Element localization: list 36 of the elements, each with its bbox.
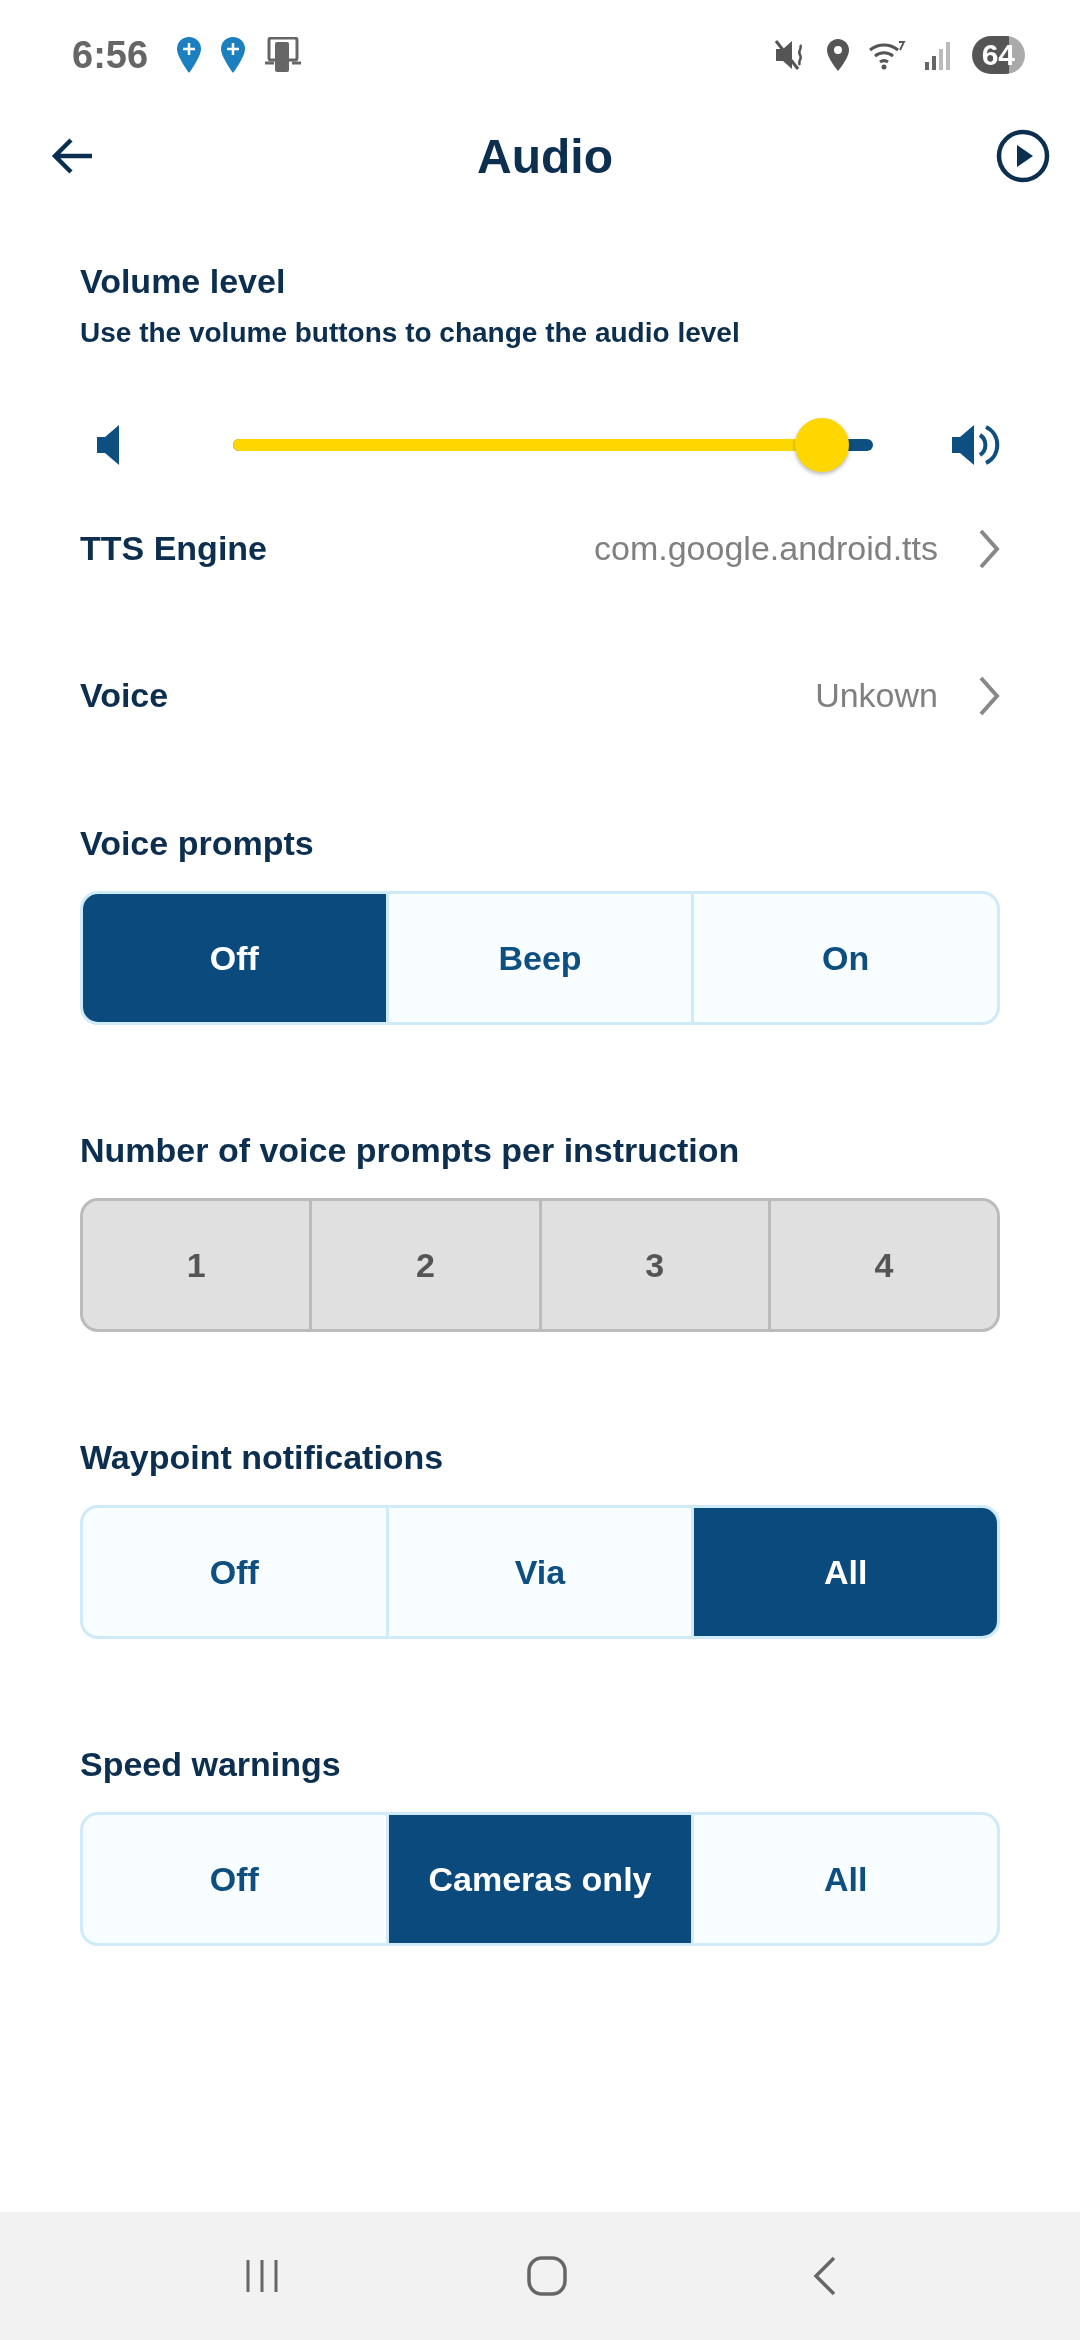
back-button[interactable] <box>50 136 94 176</box>
setting-row[interactable]: TTS Engine com.google.android.tts <box>80 475 1000 622</box>
chevron-right-icon <box>978 674 1000 717</box>
segment-option[interactable]: Cameras only <box>385 1815 692 1943</box>
page-title: Audio <box>477 128 613 184</box>
volume-low-icon <box>95 423 121 467</box>
setting-value: Unkown <box>815 676 938 715</box>
battery-indicator: 64 <box>971 36 1025 74</box>
play-button[interactable] <box>996 129 1050 183</box>
chevron-right-icon <box>978 527 1000 570</box>
location-icon <box>825 38 850 72</box>
segment-option[interactable]: All <box>691 1508 997 1636</box>
slider-thumb[interactable] <box>794 418 849 472</box>
section-title: Speed warnings <box>80 1745 342 1784</box>
segment-option[interactable]: Off <box>83 894 386 1022</box>
home-icon[interactable] <box>526 2255 568 2297</box>
section-title: Volume level <box>80 262 287 301</box>
wifi-icon <box>867 40 906 70</box>
setting-row[interactable]: Voice Unkown <box>80 622 1000 769</box>
segment-option[interactable]: Off <box>83 1815 386 1943</box>
setting-label: TTS Engine <box>80 529 268 568</box>
segment-option[interactable]: Off <box>83 1508 386 1636</box>
section-title: Waypoint notifications <box>80 1438 445 1477</box>
segment-option[interactable]: On <box>691 894 997 1022</box>
section-title: Voice prompts <box>80 824 315 863</box>
segment-option[interactable]: Beep <box>385 894 692 1022</box>
section-title: Number of voice prompts per instruction <box>80 1131 741 1170</box>
back-nav-icon[interactable] <box>812 2255 838 2297</box>
setting-label: Voice <box>80 676 170 715</box>
setting-value: com.google.android.tts <box>594 529 938 568</box>
map-pin-icon <box>220 36 247 74</box>
device-icon <box>264 37 303 73</box>
section-subtitle: Use the volume buttons to change the audio level <box>80 317 741 349</box>
segment-option[interactable]: All <box>691 1815 997 1943</box>
status-time: 6:56 <box>72 33 149 77</box>
map-pin-icon <box>176 36 203 74</box>
